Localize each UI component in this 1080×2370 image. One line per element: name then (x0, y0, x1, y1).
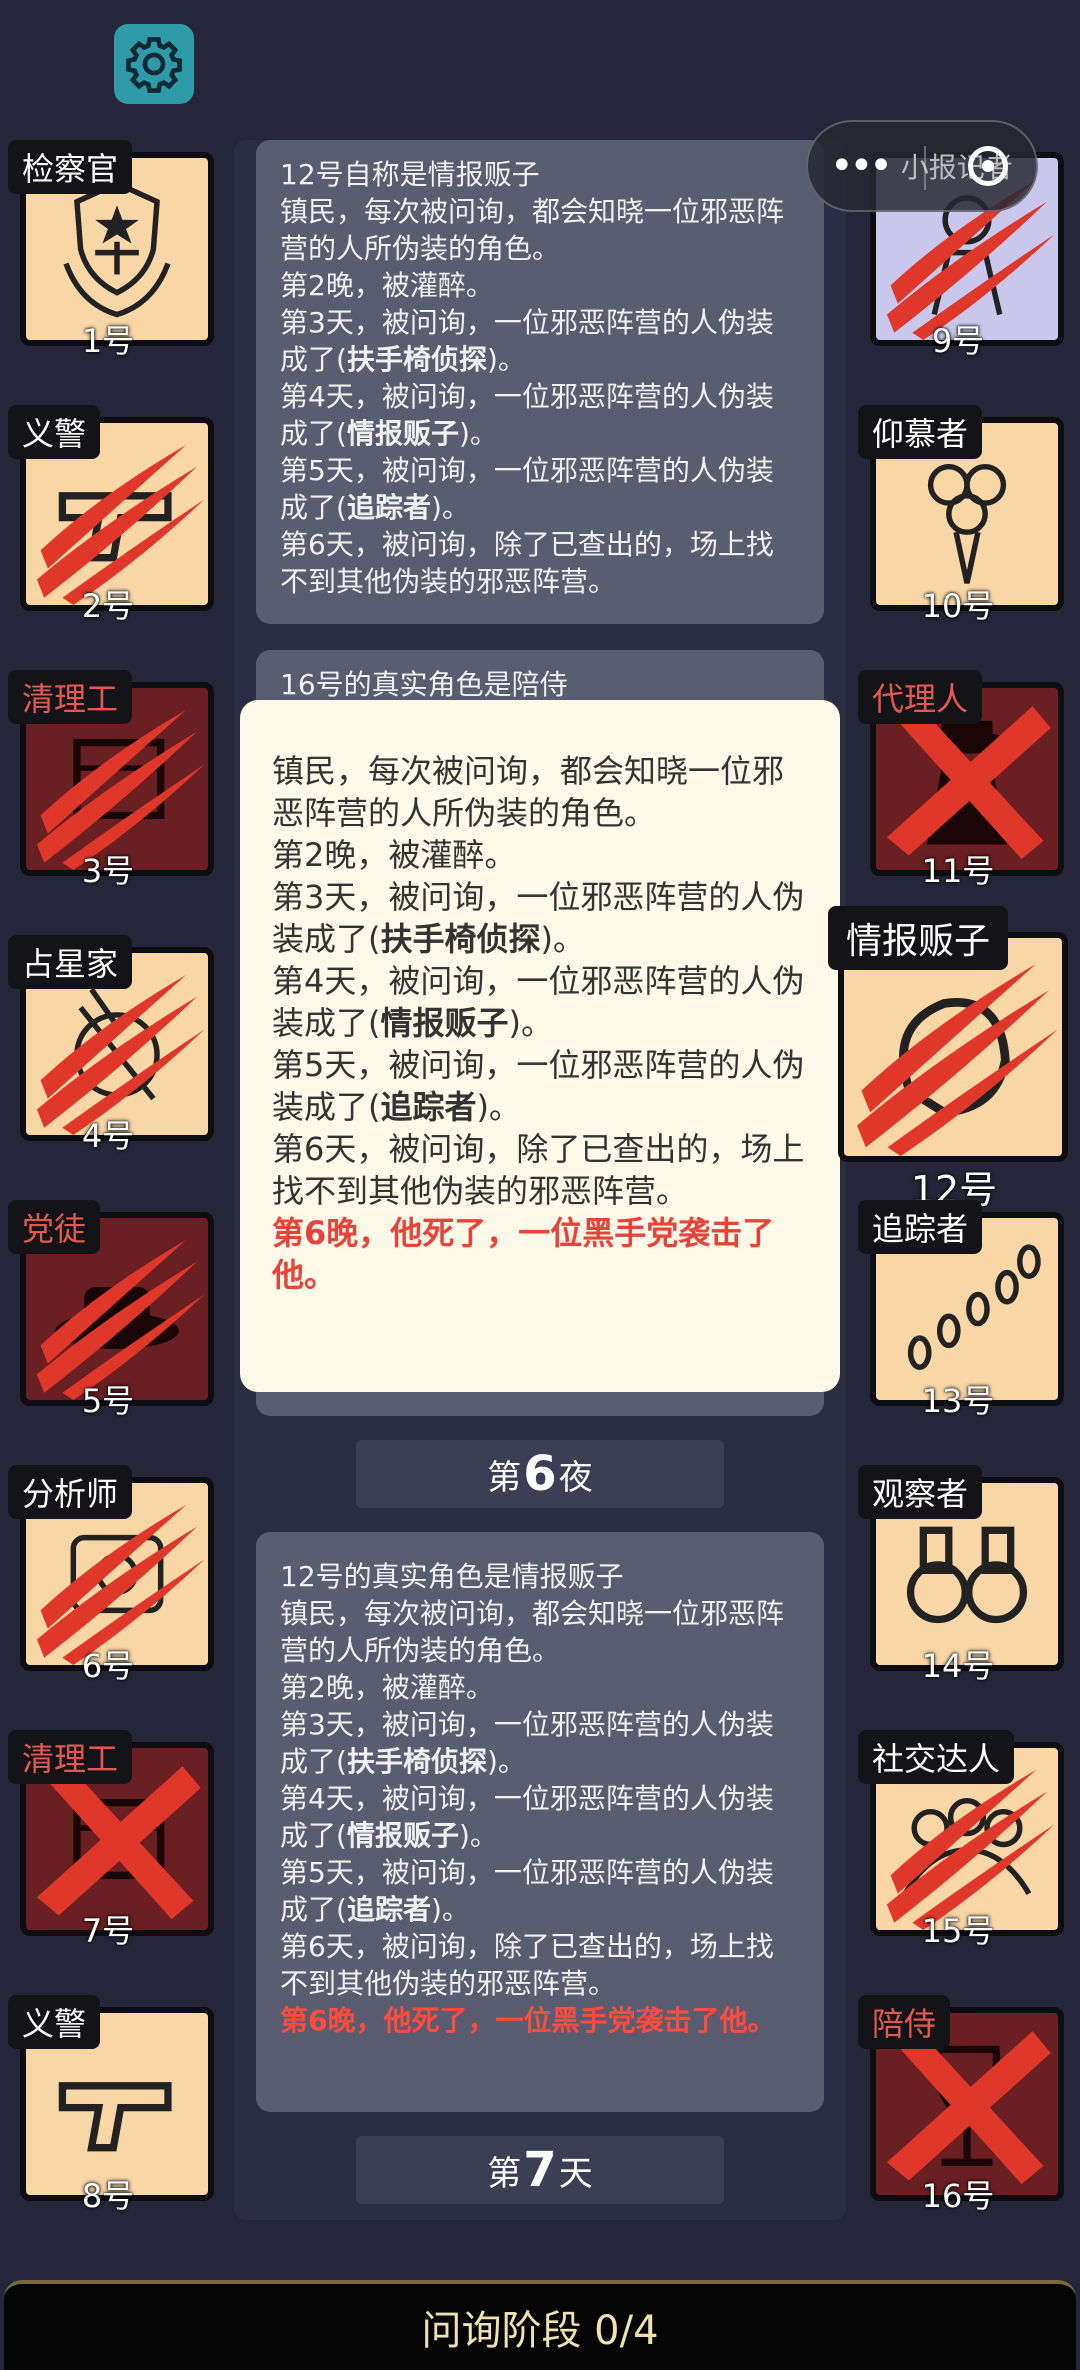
mini-program-capsule[interactable]: ••• 小报记者 (806, 120, 1038, 212)
player-card-10[interactable]: 仰慕者 10号 (858, 405, 1064, 625)
role-label: 占星家 (8, 935, 133, 989)
role-label: 代理人 (858, 670, 983, 724)
player-card-7[interactable]: 清理工 7号 (8, 1730, 214, 1950)
day-banner: 第7天 (356, 2136, 724, 2204)
seat-number: 9号 (931, 322, 985, 360)
seat-number: 4号 (81, 1117, 135, 1155)
claw-mark-icon (857, 964, 1058, 1156)
log-line: 第5天，被问询，一位邪恶阵营的人伪装成了(追踪者)。 (280, 1856, 774, 1926)
player-card-2[interactable]: 义警 2号 (8, 405, 214, 625)
seat-number: 1号 (81, 322, 135, 360)
popup-line: 镇民，每次被问询，都会知晓一位邪恶阵营的人所伪装的角色。 (272, 752, 785, 832)
seat-number: 3号 (81, 852, 135, 890)
player-card-16[interactable]: 陪侍 16号 (858, 1995, 1064, 2215)
seat-number: 10号 (921, 587, 995, 625)
log-line: 第3天，被问询，一位邪恶阵营的人伪装成了(扶手椅侦探)。 (280, 1708, 774, 1778)
role-label: 观察者 (858, 1465, 983, 1519)
log-line: 第4天，被问询，一位邪恶阵营的人伪装成了(情报贩子)。 (280, 380, 774, 450)
player-card-3[interactable]: 清理工 3号 (8, 670, 214, 890)
player-card-5[interactable]: 党徒 5号 (8, 1200, 214, 1420)
log-line: 第2晚，被灌醉。 (280, 269, 494, 302)
log-line: 12号的真实角色是情报贩子 (280, 1560, 624, 1593)
log-line: 第4天，被问询，一位邪恶阵营的人伪装成了(情报贩子)。 (280, 1782, 774, 1852)
role-label: 党徒 (8, 1200, 101, 1254)
popup-line: 第5天，被问询，一位邪恶阵营的人伪装成了(追踪者)。 (272, 1046, 805, 1126)
seat-number: 15号 (921, 1912, 995, 1950)
log-line: 第3天，被问询，一位邪恶阵营的人伪装成了(扶手椅侦探)。 (280, 306, 774, 376)
role-label: 清理工 (8, 670, 133, 724)
seat-number: 6号 (81, 1647, 135, 1685)
player-card-15[interactable]: 社交达人 15号 (858, 1730, 1064, 1950)
popup-line: 第3天，被问询，一位邪恶阵营的人伪装成了(扶手椅侦探)。 (272, 878, 805, 958)
popup-death-line: 第6晚，他死了，一位黑手党袭击了他。 (272, 1214, 775, 1294)
player-card-12[interactable]: 情报贩子 12号 (828, 906, 1080, 1212)
role-label: 义警 (8, 1995, 101, 2049)
night-banner: 第6夜 (356, 1440, 724, 1508)
log-entry-true-role: 12号的真实角色是情报贩子 镇民，每次被问询，都会知晓一位邪恶阵营的人所伪装的角… (256, 1532, 824, 2112)
log-line: 12号自称是情报贩子 (280, 158, 540, 191)
log-line: 第5天，被问询，一位邪恶阵营的人伪装成了(追踪者)。 (280, 454, 774, 524)
popup-line: 第4天，被问询，一位邪恶阵营的人伪装成了(情报贩子)。 (272, 962, 805, 1042)
log-line: 第2晚，被灌醉。 (280, 1671, 494, 1704)
seat-number: 13号 (921, 1382, 995, 1420)
log-line: 第6天，被问询，除了已查出的，场上找不到其他伪装的邪恶阵营。 (280, 1930, 774, 2000)
seat-number: 5号 (81, 1382, 135, 1420)
gear-icon (126, 37, 182, 93)
log-line: 16号的真实角色是陪侍 (280, 668, 568, 701)
seat-number: 14号 (921, 1647, 995, 1685)
log-line: 第6天，被问询，除了已查出的，场上找不到其他伪装的邪恶阵营。 (280, 528, 774, 598)
player-card-1[interactable]: 检察官 1号 (8, 140, 214, 360)
popup-line: 第6天，被问询，除了已查出的，场上找不到其他伪装的邪恶阵营。 (272, 1130, 805, 1210)
role-label: 陪侍 (858, 1995, 951, 2049)
player-card-11[interactable]: 代理人 11号 (858, 670, 1064, 890)
role-label: 义警 (8, 405, 101, 459)
phase-bar: 问询阶段 0/4 (4, 2280, 1076, 2370)
player-card-8[interactable]: 义警 8号 (8, 1995, 214, 2215)
role-label: 仰慕者 (858, 405, 983, 459)
log-death-line: 第6晚，他死了，一位黑手党袭击了他。 (280, 2004, 776, 2037)
log-line: 镇民，每次被问询，都会知晓一位邪恶阵营的人所伪装的角色。 (280, 195, 785, 265)
phase-label: 问询阶段 0/4 (421, 2308, 659, 2354)
seat-number: 7号 (81, 1912, 135, 1950)
role-label: 追踪者 (858, 1200, 983, 1254)
record-icon[interactable] (968, 146, 1008, 186)
role-label: 清理工 (8, 1730, 133, 1784)
seat-number: 8号 (81, 2177, 135, 2215)
seat-number: 11号 (921, 852, 995, 890)
seat-number: 16号 (921, 2177, 995, 2215)
settings-button[interactable] (114, 24, 194, 104)
seat-number: 2号 (81, 587, 135, 625)
popup-line: 第2晚，被灌醉。 (272, 836, 517, 874)
role-detail-popup[interactable]: 镇民，每次被问询，都会知晓一位邪恶阵营的人所伪装的角色。 第2晚，被灌醉。 第3… (240, 700, 840, 1392)
role-label: 检察官 (8, 140, 133, 194)
role-label: 分析师 (8, 1465, 133, 1519)
log-entry-claim: 12号自称是情报贩子 镇民，每次被问询，都会知晓一位邪恶阵营的人所伪装的角色。 … (256, 140, 824, 624)
player-card-13[interactable]: 追踪者 13号 (858, 1200, 1064, 1420)
more-dots-icon[interactable]: ••• (830, 143, 893, 189)
log-line: 镇民，每次被问询，都会知晓一位邪恶阵营的人所伪装的角色。 (280, 1597, 785, 1667)
role-label: 情报贩子 (828, 906, 1009, 970)
player-card-6[interactable]: 分析师 6号 (8, 1465, 214, 1685)
capsule-divider (924, 146, 926, 190)
player-card-14[interactable]: 观察者 14号 (858, 1465, 1064, 1685)
player-card-4[interactable]: 占星家 4号 (8, 935, 214, 1155)
role-label: 社交达人 (858, 1730, 1015, 1784)
